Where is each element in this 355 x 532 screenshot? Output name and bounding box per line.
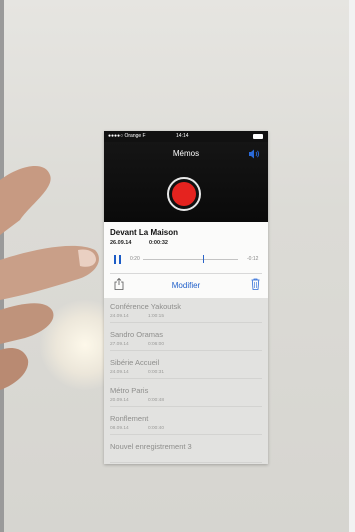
memo-title: Sandro Oramas <box>110 330 163 339</box>
list-item[interactable]: Nouvel enregistrement 3 <box>104 439 268 463</box>
phone-screen: ●●●●○ Orange F 14:14 Mémos Devant La Mai… <box>104 131 268 464</box>
memo-date: 27.09.14 <box>110 342 129 347</box>
record-icon <box>172 182 196 206</box>
app-title: Mémos <box>172 149 200 158</box>
memo-name: Devant La Maison <box>110 228 179 237</box>
divider <box>110 322 262 323</box>
playback-scrubber[interactable] <box>143 259 238 260</box>
divider <box>110 462 262 463</box>
memo-title: Sibérie Accueil <box>110 358 160 367</box>
list-item[interactable]: Conférence Yakoutsk 24.09.14 1:00:15 <box>104 299 268 323</box>
memo-duration: 0:00:48 <box>148 398 165 403</box>
memo-date: 08.09.14 <box>110 426 129 431</box>
list-item[interactable]: Sandro Oramas 27.09.14 0:06:00 <box>104 327 268 351</box>
time-elapsed: 0:20 <box>130 256 140 262</box>
time-remaining: -0:12 <box>247 256 259 262</box>
hand <box>0 165 99 390</box>
edit-button[interactable]: Modifier <box>104 281 268 290</box>
status-time: 14:14 <box>176 133 189 139</box>
record-button[interactable] <box>167 177 201 211</box>
selected-memo-panel: Devant La Maison 26.09.14 0:00:32 0:20 -… <box>104 222 268 298</box>
list-item[interactable]: Sibérie Accueil 24.09.14 0:00:31 <box>104 355 268 379</box>
memo-list: Conférence Yakoutsk 24.09.14 1:00:15 Sandro… <box>104 298 268 464</box>
memo-duration: 0:00:32 <box>149 240 168 246</box>
scrubber-thumb[interactable] <box>202 255 204 263</box>
divider <box>110 434 262 435</box>
memo-date: 26.09.14 <box>110 240 132 246</box>
memo-date: 20.09.14 <box>110 398 129 403</box>
divider <box>110 350 262 351</box>
divider <box>110 273 262 274</box>
memo-title: Nouvel enregistrement 3 <box>110 442 192 451</box>
speaker-icon[interactable] <box>248 149 260 159</box>
memo-duration: 0:00:40 <box>148 426 165 431</box>
photo-right-edge <box>349 0 355 532</box>
memo-duration: 0:06:00 <box>148 342 165 347</box>
list-item[interactable]: Métro Paris 20.09.14 0:00:48 <box>104 383 268 407</box>
recorder-panel: Mémos <box>104 142 268 222</box>
status-bar: ●●●●○ Orange F 14:14 <box>104 131 268 142</box>
memo-date: 24.09.14 <box>110 370 129 375</box>
list-item[interactable]: Ronflement 08.09.14 0:00:40 <box>104 411 268 435</box>
memo-date: 24.09.14 <box>110 314 129 319</box>
memo-title: Métro Paris <box>110 386 149 395</box>
divider <box>110 406 262 407</box>
divider <box>110 378 262 379</box>
battery-icon <box>253 134 263 139</box>
carrier-label: ●●●●○ Orange F <box>108 133 146 139</box>
trash-icon[interactable] <box>251 278 260 290</box>
memo-duration: 1:00:15 <box>148 314 165 319</box>
memo-title: Ronflement <box>110 414 149 423</box>
pause-icon[interactable] <box>114 255 121 264</box>
memo-duration: 0:00:31 <box>148 370 165 375</box>
memo-title: Conférence Yakoutsk <box>110 302 182 311</box>
